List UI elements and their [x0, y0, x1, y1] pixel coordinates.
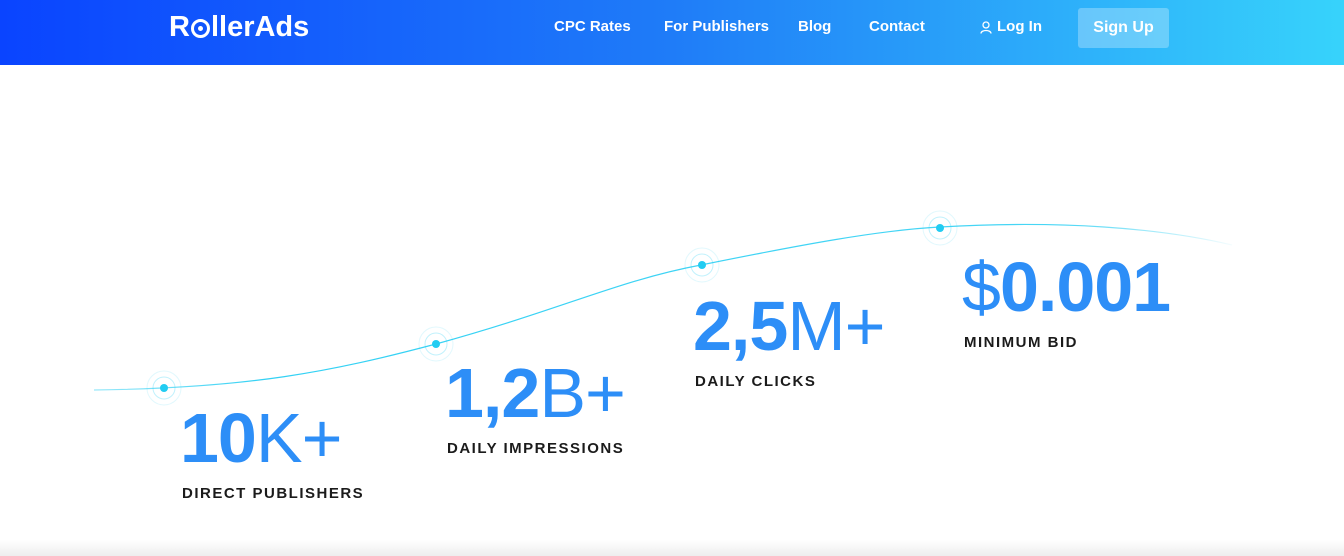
stat-label: DIRECT PUBLISHERS	[182, 485, 365, 502]
stat-value-bold: 10	[180, 399, 257, 477]
stat-value-bold: 0.001	[999, 248, 1171, 326]
section-divider	[0, 540, 1344, 556]
stat-value: 1,2B+	[445, 358, 626, 428]
stat-value: $0.001	[962, 252, 1171, 322]
stat-label: DAILY CLICKS	[695, 373, 817, 390]
stat-daily-clicks: 2,5M+ DAILY CLICKS	[693, 291, 886, 390]
stat-daily-impressions: 1,2B+ DAILY IMPRESSIONS	[445, 358, 626, 457]
stat-direct-publishers: 10K+ DIRECT PUBLISHERS	[180, 403, 364, 502]
stat-value-suffix: K+	[255, 399, 343, 477]
stat-value-prefix: $	[962, 248, 1001, 326]
stat-value-bold: 1,2	[445, 354, 540, 432]
curve-marker-3	[684, 247, 720, 283]
stat-value-bold: 2,5	[693, 287, 788, 365]
stat-value: 2,5M+	[693, 291, 886, 361]
stat-label: DAILY IMPRESSIONS	[447, 440, 625, 457]
stat-minimum-bid: $0.001 MINIMUM BID	[962, 252, 1171, 351]
stat-label: MINIMUM BID	[964, 334, 1078, 351]
stat-value: 10K+	[180, 403, 364, 473]
stat-value-suffix: M+	[787, 287, 885, 365]
stat-value-suffix: B+	[539, 354, 626, 432]
